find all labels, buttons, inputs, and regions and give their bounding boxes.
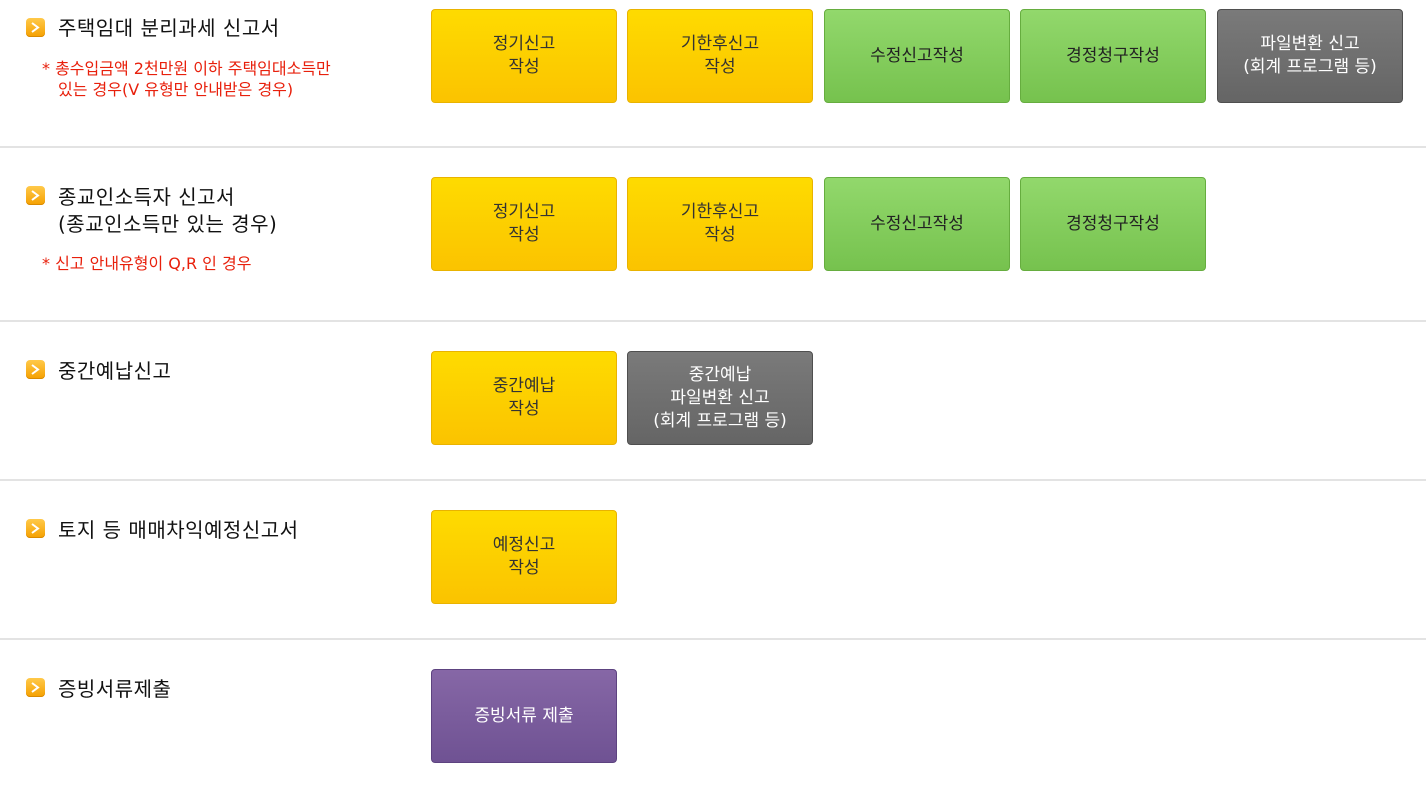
section-title: 중간예납신고 bbox=[58, 359, 172, 383]
section-evidence-submission: 증빙서류제출 증빙서류 제출 bbox=[0, 640, 1426, 792]
section-land-sale-gain: 토지 등 매매차익예정신고서 예정신고 작성 bbox=[0, 481, 1426, 638]
interim-file-conversion-button[interactable]: 중간예납 파일변환 신고 (회계 프로그램 등) bbox=[627, 351, 813, 445]
section-interim-prepayment: 중간예납신고 중간예납 작성 중간예납 파일변환 신고 (회계 프로그램 등) bbox=[0, 322, 1426, 479]
section-religious-income: 종교인소득자 신고서 (종교인소득만 있는 경우) * 신고 안내유형이 Q,R… bbox=[0, 148, 1426, 320]
arrow-bullet-icon bbox=[26, 186, 45, 205]
arrow-bullet-icon bbox=[26, 678, 45, 697]
interim-prepayment-button[interactable]: 중간예납 작성 bbox=[431, 351, 617, 445]
preliminary-filing-button[interactable]: 예정신고 작성 bbox=[431, 510, 617, 604]
file-conversion-filing-button[interactable]: 파일변환 신고 (회계 프로그램 등) bbox=[1217, 9, 1403, 103]
late-filing-button[interactable]: 기한후신고 작성 bbox=[627, 177, 813, 271]
arrow-bullet-icon bbox=[26, 18, 45, 37]
arrow-bullet-icon bbox=[26, 360, 45, 379]
correction-claim-button[interactable]: 경정청구작성 bbox=[1020, 177, 1206, 271]
section-note: * 신고 안내유형이 Q,R 인 경우 bbox=[42, 254, 252, 273]
arrow-bullet-icon bbox=[26, 519, 45, 538]
section-title: 종교인소득자 신고서 (종교인소득만 있는 경우) bbox=[58, 185, 278, 236]
section-note: * 총수입금액 2천만원 이하 주택임대소득만 있는 경우(V 유형만 안내받은… bbox=[42, 59, 331, 99]
amended-filing-button[interactable]: 수정신고작성 bbox=[824, 9, 1010, 103]
section-title: 주택임대 분리과세 신고서 bbox=[58, 16, 280, 40]
correction-claim-button[interactable]: 경정청구작성 bbox=[1020, 9, 1206, 103]
regular-filing-button[interactable]: 정기신고 작성 bbox=[431, 177, 617, 271]
regular-filing-button[interactable]: 정기신고 작성 bbox=[431, 9, 617, 103]
amended-filing-button[interactable]: 수정신고작성 bbox=[824, 177, 1010, 271]
late-filing-button[interactable]: 기한후신고 작성 bbox=[627, 9, 813, 103]
evidence-submit-button[interactable]: 증빙서류 제출 bbox=[431, 669, 617, 763]
section-title: 토지 등 매매차익예정신고서 bbox=[58, 518, 299, 542]
section-title: 증빙서류제출 bbox=[58, 677, 172, 701]
section-housing-rental: 주택임대 분리과세 신고서 * 총수입금액 2천만원 이하 주택임대소득만 있는… bbox=[0, 0, 1426, 146]
